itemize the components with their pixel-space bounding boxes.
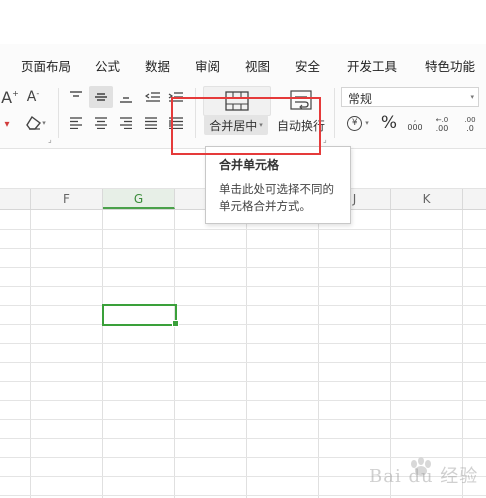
- merge-cells-tooltip: 合并单元格 单击此处可选择不同的 单元格合并方式。: [205, 146, 351, 224]
- grid-line: [246, 210, 247, 498]
- number-format-value: 常规: [348, 92, 373, 106]
- grid-line: [0, 495, 486, 496]
- align-top-icon: [70, 91, 82, 97]
- grid-line: [0, 419, 486, 420]
- grid-line: [0, 286, 486, 287]
- currency-format-button[interactable]: ¥ ▾: [343, 113, 373, 133]
- align-bottom-icon: [120, 97, 132, 103]
- decrease-decimal-icon: .00: [464, 115, 476, 124]
- tab-view[interactable]: 视图: [245, 56, 270, 75]
- percent-format-button[interactable]: %: [378, 112, 400, 134]
- tab-page-layout[interactable]: 页面布局: [21, 56, 71, 75]
- ribbon-tab-bar: [0, 44, 486, 82]
- grid-line: [0, 362, 486, 363]
- separator: [334, 88, 335, 138]
- increase-decimal-button[interactable]: ←.0 .00: [430, 113, 454, 135]
- font-color-dropdown[interactable]: ▾: [0, 114, 14, 134]
- grid-line: [0, 305, 486, 306]
- tab-developer[interactable]: 开发工具: [347, 56, 397, 75]
- align-bottom-button[interactable]: [116, 87, 136, 107]
- caret-down-small-icon: -: [36, 88, 40, 98]
- clear-format-button[interactable]: ▾: [22, 112, 50, 134]
- column-header-k[interactable]: K: [391, 189, 463, 209]
- grid-line: [0, 400, 486, 401]
- fill-handle[interactable]: [172, 320, 179, 327]
- grid-line: [0, 324, 486, 325]
- comma-icon: ,: [413, 115, 417, 123]
- align-top-button[interactable]: [66, 87, 86, 107]
- grid-line: [0, 248, 486, 249]
- dropdown-arrow-icon: ▾: [42, 119, 46, 127]
- tooltip-desc-line-2: 单元格合并方式。: [219, 199, 311, 213]
- indent-decrease-icon: [145, 92, 160, 102]
- tab-formulas[interactable]: 公式: [95, 56, 120, 75]
- thousands-separator-button[interactable]: , 000: [403, 113, 427, 135]
- font-grow-button[interactable]: A +: [0, 87, 20, 107]
- column-header-e[interactable]: [0, 189, 31, 209]
- eraser-icon: [26, 116, 42, 130]
- font-shrink-button[interactable]: A-: [23, 87, 43, 107]
- align-left-icon: [70, 117, 82, 129]
- alignment-dialog-launcher[interactable]: ⌟: [323, 136, 327, 144]
- chevron-down-icon: ▾: [470, 93, 474, 101]
- align-middle-button[interactable]: [89, 86, 113, 108]
- watermark-text: Bai du 经验: [369, 466, 479, 487]
- font-dialog-launcher[interactable]: ⌟: [48, 136, 52, 144]
- currency-icon: ¥: [347, 115, 363, 131]
- grid-line: [318, 210, 319, 498]
- grid-line: [102, 210, 103, 498]
- tab-security[interactable]: 安全: [295, 56, 320, 75]
- baidu-watermark: Bai du 经验: [367, 450, 483, 490]
- column-header-g[interactable]: G: [103, 189, 175, 209]
- justify-button[interactable]: [141, 113, 161, 133]
- dropdown-arrow-icon: ▾: [365, 119, 369, 127]
- grid-line: [174, 210, 175, 498]
- tab-special-features[interactable]: 特色功能: [425, 56, 475, 75]
- percent-icon: %: [380, 113, 398, 133]
- grid-line: [0, 267, 486, 268]
- dropdown-arrow-icon: ▾: [4, 118, 10, 130]
- decrease-decimal-label: .0: [466, 123, 474, 133]
- caret-up-icon: +: [12, 88, 19, 98]
- grid-line: [30, 210, 31, 498]
- align-right-button[interactable]: [116, 113, 136, 133]
- tab-review[interactable]: 审阅: [195, 56, 220, 75]
- decrease-decimal-button[interactable]: .00 .0: [457, 113, 483, 135]
- thousands-label: 000: [407, 123, 423, 132]
- annotation-highlight-box: [171, 97, 321, 155]
- justify-icon: [145, 117, 157, 129]
- tooltip-title: 合并单元格: [219, 158, 280, 172]
- grid-line: [0, 381, 486, 382]
- indent-decrease-button[interactable]: [143, 87, 163, 107]
- align-left-button[interactable]: [66, 113, 86, 133]
- increase-decimal-label: .00: [435, 123, 449, 133]
- align-center-icon: [95, 117, 107, 129]
- tooltip-desc-line-1: 单击此处可选择不同的: [219, 182, 334, 196]
- font-grow-label: A: [1, 87, 13, 107]
- grid-line: [0, 438, 486, 439]
- active-cell-g[interactable]: [102, 304, 177, 326]
- align-middle-icon: [95, 93, 107, 101]
- align-right-icon: [120, 117, 132, 129]
- grid-line: [0, 343, 486, 344]
- number-format-select[interactable]: 常规 ▾: [341, 87, 479, 107]
- title-strip: [0, 0, 486, 44]
- increase-decimal-icon: ←.0: [435, 115, 449, 124]
- grid-line: [0, 229, 486, 230]
- font-shrink-label: A: [26, 89, 37, 105]
- column-header-f[interactable]: F: [31, 189, 103, 209]
- tab-data[interactable]: 数据: [145, 56, 170, 75]
- tooltip-description: 单击此处可选择不同的 单元格合并方式。: [219, 181, 334, 215]
- separator: [58, 88, 59, 138]
- column-header-l[interactable]: [463, 189, 486, 209]
- align-center-button[interactable]: [91, 113, 111, 133]
